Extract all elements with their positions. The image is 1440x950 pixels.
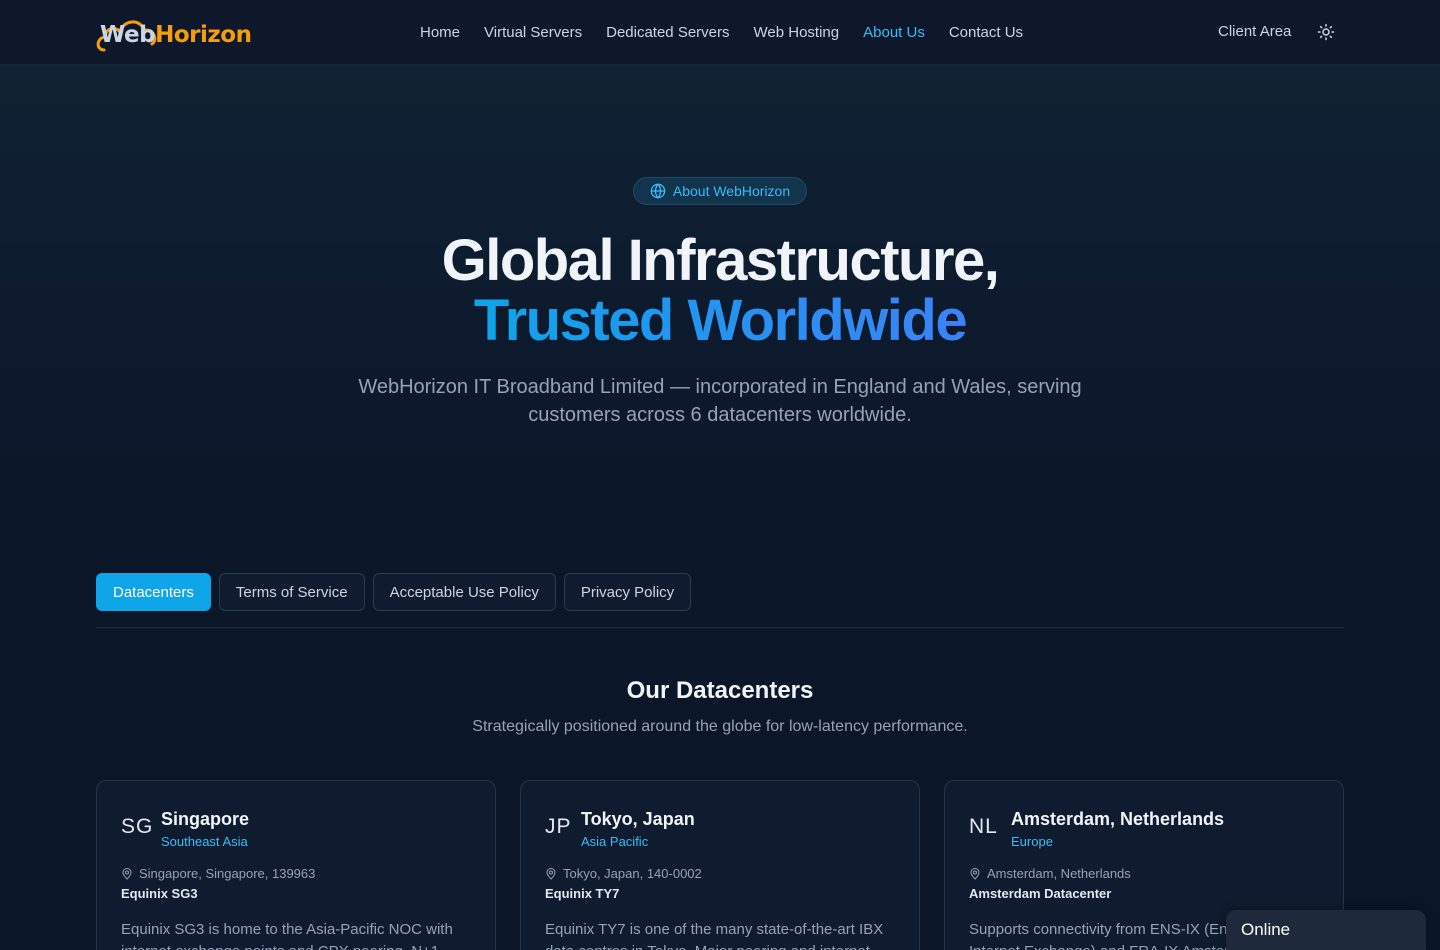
webhorizon-logo[interactable]: WebHorizon xyxy=(96,14,256,52)
section-title: Our Datacenters xyxy=(626,677,814,704)
logo-wordmark: WebHorizon xyxy=(100,22,252,48)
hero-title: Global Infrastructure, Trusted Worldwide xyxy=(0,231,1440,351)
about-badge: About WebHorizon xyxy=(633,177,807,205)
address-text: Tokyo, Japan, 140-0002 xyxy=(563,866,702,881)
country-code: SG xyxy=(121,815,154,838)
datacenter-region: Asia Pacific xyxy=(581,834,649,849)
client-area-link[interactable]: Client Area xyxy=(1218,23,1291,40)
map-pin-icon xyxy=(122,867,132,880)
tab-datacenters[interactable]: Datacenters xyxy=(96,573,211,611)
datacenter-name: Tokyo, Japan xyxy=(581,809,695,829)
theme-toggle-button[interactable] xyxy=(1317,23,1335,41)
nav-link-home[interactable]: Home xyxy=(420,24,460,41)
hero-title-line1: Global Infrastructure, xyxy=(441,228,1000,293)
nav-link-dedicated-servers[interactable]: Dedicated Servers xyxy=(606,24,729,41)
address-text: Amsterdam, Netherlands xyxy=(987,866,1131,881)
datacenter-description: Equinix SG3 is home to the Asia-Pacific … xyxy=(121,921,453,950)
section-subtitle: Strategically positioned around the glob… xyxy=(472,718,968,735)
tab-terms-of-service[interactable]: Terms of Service xyxy=(218,573,365,611)
datacenter-region: Europe xyxy=(1011,834,1053,849)
tab-privacy-policy[interactable]: Privacy Policy xyxy=(563,573,692,611)
tab-acceptable-use-policy[interactable]: Acceptable Use Policy xyxy=(372,573,556,611)
live-chat-widget[interactable]: Online xyxy=(1226,910,1426,950)
hero-subtitle: WebHorizon IT Broadband Limited — incorp… xyxy=(358,376,1082,426)
logo-horizon-text: Horizon xyxy=(155,22,252,48)
nav-link-web-hosting[interactable]: Web Hosting xyxy=(754,24,840,41)
policy-tabs: Datacenters Terms of Service Acceptable … xyxy=(96,573,692,611)
datacenter-card-tokyo: JP Tokyo, Japan Asia Pacific Tokyo, Japa… xyxy=(520,780,920,950)
top-navbar: WebHorizon Home Virtual Servers Dedicate… xyxy=(0,0,1440,65)
country-code: JP xyxy=(545,815,572,838)
nav-links: Home Virtual Servers Dedicated Servers W… xyxy=(420,0,1023,65)
datacenter-name: Amsterdam, Netherlands xyxy=(1011,809,1225,829)
nav-link-about-us[interactable]: About Us xyxy=(863,24,925,41)
datacenter-address: Amsterdam, Netherlands xyxy=(969,866,1131,881)
datacenter-name: Singapore xyxy=(161,809,250,829)
datacenter-cards: SG Singapore Southeast Asia Singapore, S… xyxy=(96,780,1344,950)
address-text: Singapore, Singapore, 139963 xyxy=(139,866,316,881)
sun-icon xyxy=(1317,23,1335,41)
logo-web-text: Web xyxy=(100,22,156,48)
nav-link-contact-us[interactable]: Contact Us xyxy=(949,24,1023,41)
nav-link-virtual-servers[interactable]: Virtual Servers xyxy=(484,24,582,41)
datacenter-region: Southeast Asia xyxy=(161,834,248,849)
country-code: NL xyxy=(969,815,998,838)
tabs-divider xyxy=(96,627,1344,628)
datacenter-facility: Equinix SG3 xyxy=(121,886,198,901)
datacenter-facility: Equinix TY7 xyxy=(545,886,620,901)
datacenter-description: Equinix TY7 is one of the many state-of-… xyxy=(545,921,884,950)
map-pin-icon xyxy=(970,867,980,880)
datacenter-address: Singapore, Singapore, 139963 xyxy=(121,866,315,881)
globe-icon xyxy=(650,183,666,199)
datacenter-card-singapore: SG Singapore Southeast Asia Singapore, S… xyxy=(96,780,496,950)
map-pin-icon xyxy=(546,867,556,880)
datacenter-facility: Amsterdam Datacenter xyxy=(969,886,1112,901)
hero-section: About WebHorizon Global Infrastructure, … xyxy=(0,65,1440,545)
hero-title-line2: Trusted Worldwide xyxy=(473,288,968,353)
badge-label: About WebHorizon xyxy=(672,183,791,199)
datacenter-address: Tokyo, Japan, 140-0002 xyxy=(545,866,702,881)
